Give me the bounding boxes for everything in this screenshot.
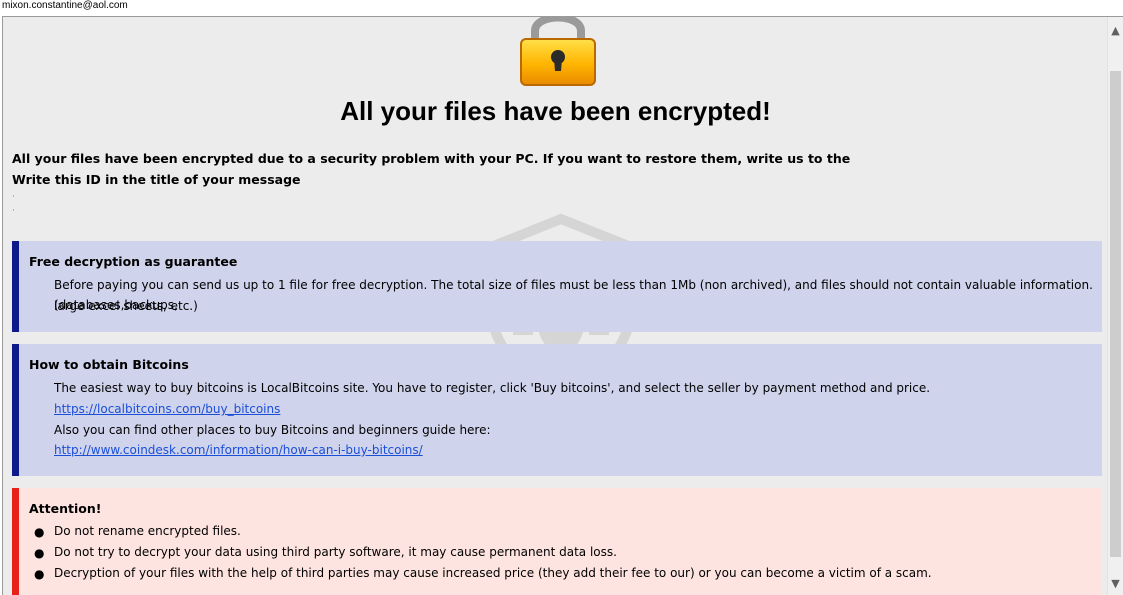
- blank-id-marker: ·: [12, 192, 15, 202]
- attention-title: Attention!: [29, 501, 102, 516]
- intro-text: All your files have been encrypted due t…: [12, 151, 851, 166]
- list-item: Decryption of your files with the help o…: [54, 566, 932, 580]
- free-decryption-text: Before paying you can send us up to 1 fi…: [54, 278, 1093, 312]
- bitcoins-guide-text: Also you can find other places to buy Bi…: [54, 423, 491, 437]
- bitcoins-text: The easiest way to buy bitcoins is Local…: [54, 381, 931, 395]
- bullet-icon: ●: [34, 546, 45, 560]
- attention-panel: Attention! ● Do not rename encrypted fil…: [12, 488, 1102, 595]
- localbitcoins-link[interactable]: https://localbitcoins.com/buy_bitcoins: [54, 399, 280, 419]
- page-title: All your files have been encrypted!: [340, 96, 771, 126]
- free-decryption-panel: Free decryption as guarantee Before payi…: [12, 241, 1102, 332]
- padlock-icon: [520, 17, 596, 86]
- chevron-up-icon[interactable]: ▲: [1108, 21, 1123, 39]
- chevron-down-icon[interactable]: ▼: [1108, 574, 1123, 592]
- list-item: Do not rename encrypted files.: [54, 524, 241, 538]
- bitcoins-panel: How to obtain Bitcoins The easiest way t…: [12, 344, 1102, 476]
- id-instruction-text: Write this ID in the title of your messa…: [12, 172, 301, 187]
- window-title-email: mixon.constantine@aol.com: [0, 0, 1123, 16]
- coindesk-link[interactable]: http://www.coindesk.com/information/how-…: [54, 440, 423, 460]
- bitcoins-title: How to obtain Bitcoins: [29, 357, 189, 372]
- list-item: Do not try to decrypt your data using th…: [54, 545, 617, 559]
- bullet-icon: ●: [34, 525, 45, 539]
- vertical-scrollbar[interactable]: ▲ ▼: [1107, 17, 1123, 595]
- ransom-note-window: All your files have been encrypted! All …: [2, 16, 1123, 595]
- free-decryption-title: Free decryption as guarantee: [29, 254, 238, 269]
- blank-id-marker: ·: [12, 206, 15, 216]
- free-decryption-text: large excel sheets, etc.): [54, 299, 198, 313]
- note-content: All your files have been encrypted! All …: [3, 17, 1108, 595]
- bullet-icon: ●: [34, 567, 45, 581]
- scrollbar-thumb[interactable]: [1110, 71, 1121, 557]
